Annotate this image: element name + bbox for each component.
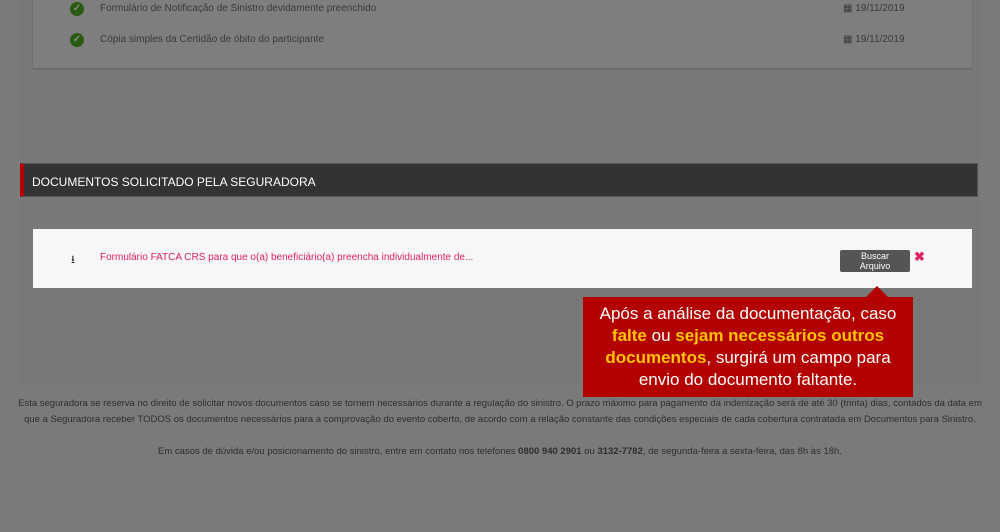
footer-paragraph: Esta seguradora se reserva no direito de… bbox=[18, 398, 982, 425]
document-label: Formulário de Notificação de Sinistro de… bbox=[100, 3, 377, 14]
download-icon[interactable]: ⭳ bbox=[71, 251, 75, 270]
check-icon: ✓ bbox=[70, 33, 84, 47]
requested-document-link[interactable]: Formulário FATCA CRS para que o(a) benef… bbox=[100, 252, 473, 263]
document-date: ▦ 19/11/2019 bbox=[843, 3, 905, 14]
check-icon: ✓ bbox=[70, 2, 84, 16]
close-icon[interactable]: ✖ bbox=[914, 249, 925, 265]
section-header: DOCUMENTOS SOLICITADO PELA SEGURADORA bbox=[20, 163, 978, 197]
requested-document-card: ⭳ Formulário FATCA CRS para que o(a) ben… bbox=[33, 229, 972, 288]
help-tooltip: Após a análise da documentação, caso fal… bbox=[583, 297, 913, 397]
received-documents-card: ✓ Formulário de Notificação de Sinistro … bbox=[33, 0, 972, 68]
calendar-icon: ▦ bbox=[843, 34, 856, 45]
section-title: DOCUMENTOS SOLICITADO PELA SEGURADORA bbox=[32, 175, 316, 189]
document-row: ✓ Formulário de Notificação de Sinistro … bbox=[33, 1, 972, 21]
tooltip-arrow bbox=[866, 286, 888, 297]
footer-contact: Em casos de dúvida e/ou posicionamento d… bbox=[158, 446, 842, 457]
document-date: ▦ 19/11/2019 bbox=[843, 34, 905, 45]
footer-notice: Esta seguradora se reserva no direito de… bbox=[0, 386, 1000, 460]
document-row: ✓ Cópia simples da Certidão de óbito do … bbox=[33, 32, 972, 52]
document-label: Cópia simples da Certidão de óbito do pa… bbox=[100, 34, 325, 45]
browse-file-button[interactable]: Buscar Arquivo bbox=[840, 250, 910, 272]
calendar-icon: ▦ bbox=[843, 3, 856, 14]
